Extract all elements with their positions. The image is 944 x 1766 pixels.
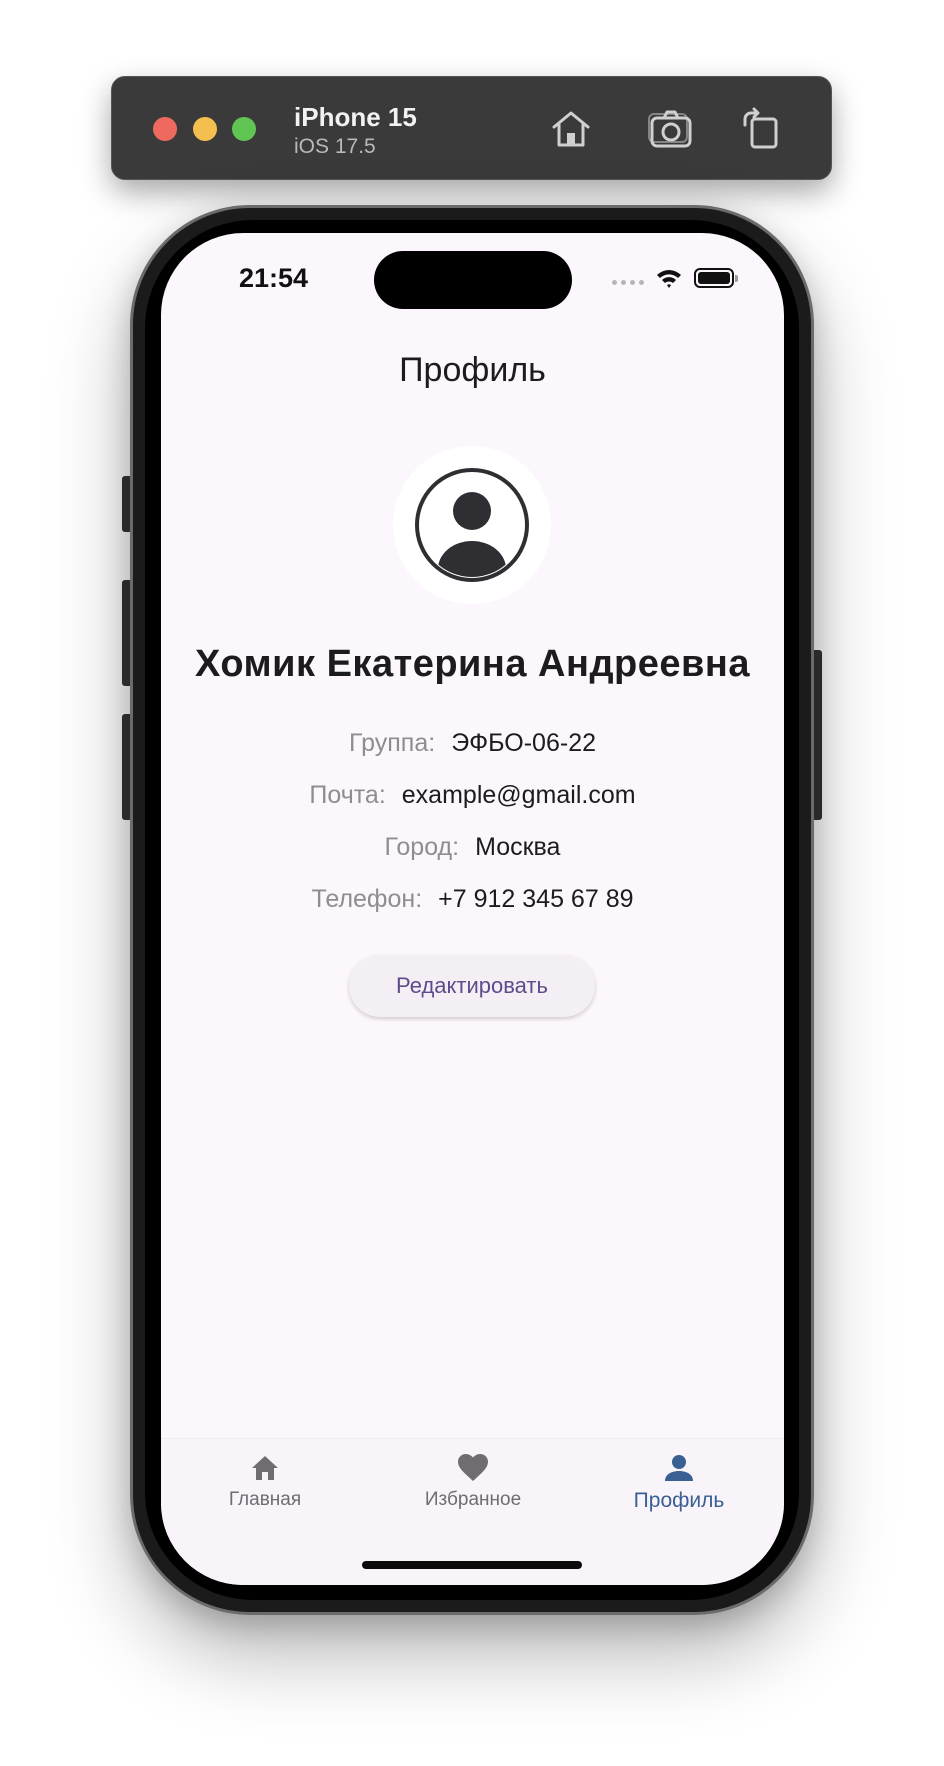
close-window-button[interactable] (153, 117, 177, 141)
info-row-city: Город: Москва (161, 827, 784, 867)
minimize-window-button[interactable] (193, 117, 217, 141)
phone-value: +7 912 345 67 89 (438, 884, 634, 913)
wifi-icon (656, 267, 682, 289)
screenshot-icon[interactable] (647, 105, 695, 153)
home-indicator[interactable] (362, 1561, 582, 1569)
profile-full-name: Хомик Екатерина Андреевна (194, 643, 750, 685)
avatar[interactable] (393, 446, 551, 604)
nav-item-profile[interactable]: Профиль (589, 1451, 769, 1531)
heart-icon (458, 1454, 488, 1481)
info-row-email: Почта: example@gmail.com (161, 775, 784, 815)
group-value: ЭФБО-06-22 (451, 728, 596, 757)
group-label: Группа: (349, 728, 436, 757)
email-label: Почта: (309, 780, 386, 809)
home-icon (252, 1456, 278, 1480)
email-value: example@gmail.com (401, 780, 636, 809)
nav-label-home: Главная (228, 1489, 302, 1510)
city-value: Москва (475, 832, 561, 861)
nav-item-home[interactable]: Главная (175, 1451, 355, 1531)
person-icon (665, 1455, 693, 1481)
phone-label: Телефон: (311, 884, 423, 913)
info-row-phone: Телефон: +7 912 345 67 89 (161, 879, 784, 919)
battery-icon (694, 268, 738, 288)
nav-item-favorites[interactable]: Избранное (383, 1451, 563, 1531)
phone-screen: 21:54 Профиль Хомик Екатерина Андреевна … (161, 233, 784, 1585)
info-row-group: Группа: ЭФБО-06-22 (161, 723, 784, 763)
page-title: Профиль (399, 351, 546, 389)
city-label: Город: (384, 832, 460, 861)
nav-label-favorites: Избранное (424, 1489, 522, 1510)
edit-profile-button[interactable]: Редактировать (349, 955, 595, 1017)
device-name: iPhone 15 (294, 102, 417, 132)
zoom-window-button[interactable] (232, 117, 256, 141)
status-icons (612, 265, 738, 291)
dynamic-island (374, 251, 572, 309)
home-icon[interactable] (547, 105, 595, 153)
rotate-icon[interactable] (737, 105, 785, 153)
device-os-version: iOS 17.5 (294, 135, 376, 158)
nav-label-profile: Профиль (633, 1489, 725, 1512)
simulator-toolbar: iPhone 15 iOS 17.5 (111, 76, 832, 180)
account-circle-icon (415, 468, 529, 582)
status-time: 21:54 (239, 263, 309, 293)
signal-dots-icon (612, 279, 644, 285)
